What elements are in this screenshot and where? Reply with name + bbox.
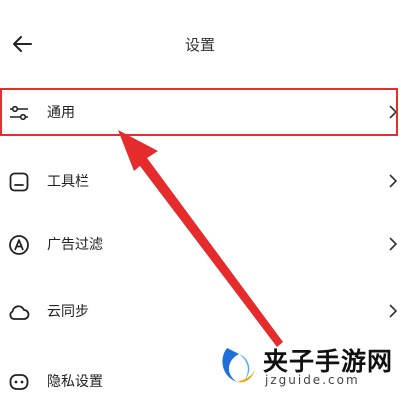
watermark: 夹子手游网 jzguide.com xyxy=(215,340,400,392)
header: 设置 xyxy=(0,0,400,88)
privacy-mask-icon xyxy=(9,374,29,390)
settings-item-label: 隐私设置 xyxy=(47,374,103,390)
page-title: 设置 xyxy=(184,36,215,54)
highlight-box xyxy=(0,88,398,136)
settings-item-label: 工具栏 xyxy=(47,174,89,190)
settings-item-ad-filter[interactable]: 广告过滤 xyxy=(0,221,400,267)
settings-item-label: 广告过滤 xyxy=(47,237,103,253)
watermark-subtitle: jzguide.com xyxy=(265,373,360,387)
settings-item-toolbar[interactable]: 工具栏 xyxy=(0,158,400,204)
chevron-right-icon xyxy=(389,304,398,318)
toolbar-icon xyxy=(9,172,29,192)
settings-item-cloud-sync[interactable]: 云同步 xyxy=(0,288,400,334)
chevron-right-icon xyxy=(389,237,398,251)
ad-block-icon xyxy=(9,235,29,255)
cloud-icon xyxy=(9,305,30,320)
settings-item-label: 云同步 xyxy=(47,304,89,320)
watermark-logo-icon xyxy=(222,348,255,383)
chevron-right-icon xyxy=(389,174,398,188)
